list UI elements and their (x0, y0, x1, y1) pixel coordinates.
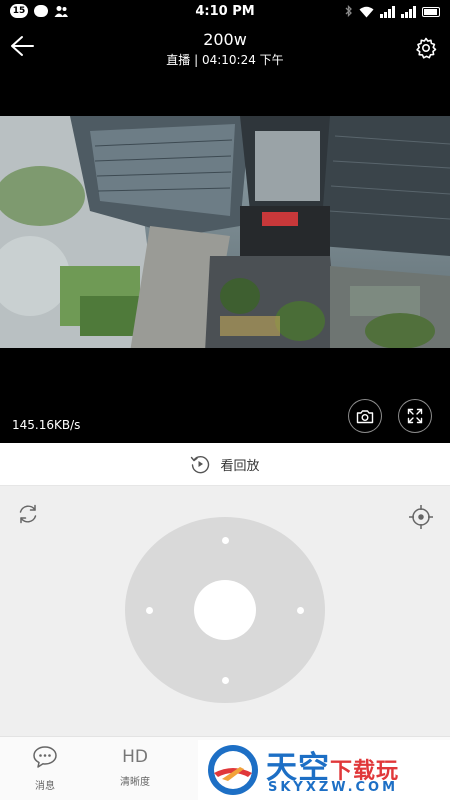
page-title: 200w (203, 30, 247, 49)
replay-icon (191, 456, 210, 474)
signal-icon (380, 5, 395, 18)
direction-pad[interactable] (125, 517, 325, 703)
camera-icon (356, 409, 374, 423)
tab-resolution-label: 清晰度 (120, 777, 150, 788)
chat-icon (33, 746, 57, 768)
header: 200w 直播 | 04:10:24 下午 (0, 24, 450, 116)
hd-icon: HD (122, 747, 148, 767)
watermark-logo-icon (208, 745, 258, 795)
tab-messages-label: 消息 (35, 781, 55, 792)
dpad-up[interactable] (222, 537, 229, 544)
fullscreen-button[interactable] (398, 399, 432, 433)
snapshot-button[interactable] (348, 399, 382, 433)
ptz-control-area (0, 486, 450, 736)
status-right (345, 5, 440, 18)
tab-messages[interactable]: 消息 (15, 745, 75, 792)
bitrate-readout: 145.16KB/s (12, 418, 81, 432)
tab-resolution[interactable]: HD 清晰度 (105, 745, 165, 788)
bluetooth-icon (345, 5, 352, 18)
playback-button[interactable]: 看回放 (0, 443, 450, 486)
rotate-icon[interactable] (16, 502, 40, 526)
dpad-right[interactable] (297, 607, 304, 614)
live-status-subtitle: 直播 | 04:10:24 下午 (166, 53, 284, 67)
dpad-left[interactable] (146, 607, 153, 614)
battery-icon (422, 6, 440, 17)
watermark-url: SKYXZW.COM (268, 780, 399, 795)
crosshair-icon[interactable] (408, 504, 434, 530)
aerial-city-image (0, 116, 450, 352)
wifi-icon (359, 6, 374, 17)
dpad-down[interactable] (222, 677, 229, 684)
live-video-feed[interactable] (0, 116, 450, 352)
gear-icon[interactable] (414, 36, 438, 60)
status-bar: 15 4:10 PM (0, 0, 450, 24)
fullscreen-icon (407, 408, 423, 424)
dpad-center-button[interactable] (194, 580, 256, 640)
playback-label: 看回放 (220, 458, 260, 474)
site-watermark: 天空下载玩 SKYXZW.COM (198, 740, 450, 800)
signal-icon-2 (401, 5, 416, 18)
